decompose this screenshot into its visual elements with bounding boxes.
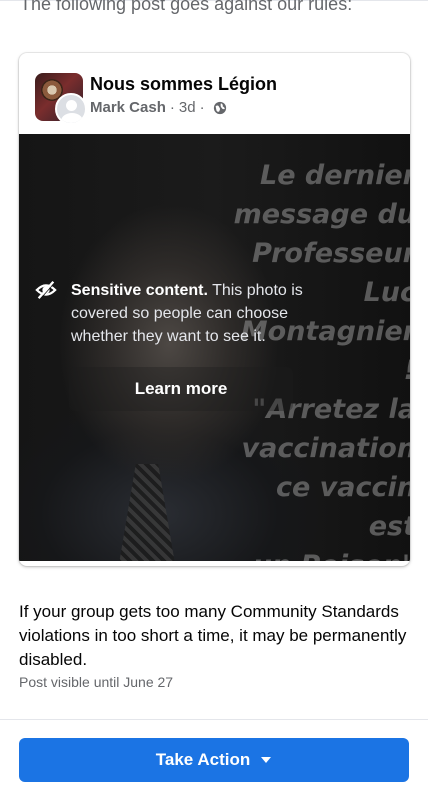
eye-slash-icon (35, 280, 57, 300)
sensitive-title: Sensitive content. (71, 282, 208, 299)
bottom-divider (0, 719, 428, 720)
author-name[interactable]: Mark Cash (90, 99, 166, 116)
post-time[interactable]: 3d (179, 99, 196, 116)
post-meta: Mark Cash · 3d · (90, 99, 227, 116)
caret-down-icon (261, 757, 272, 763)
post-header: Nous sommes Légion Mark Cash · 3d · (19, 53, 410, 133)
group-name[interactable]: Nous sommes Légion (90, 74, 277, 95)
meta-separator: · (199, 99, 205, 116)
sensitive-content-overlay: Sensitive content. This photo is covered… (19, 279, 410, 348)
photo-text: Le dernier message du Professeur Luc Mon… (233, 160, 410, 561)
meta-separator: · (169, 99, 175, 116)
sensitive-content-message: Sensitive content. This photo is covered… (71, 279, 341, 348)
visibility-note: Post visible until June 27 (19, 674, 174, 690)
learn-more-button[interactable]: Learn more (69, 367, 293, 411)
post-photo[interactable]: Le dernier message du Professeur Luc Mon… (19, 134, 410, 561)
take-action-button[interactable]: Take Action (19, 738, 409, 782)
take-action-label: Take Action (155, 750, 251, 769)
learn-more-label: Learn more (134, 379, 228, 398)
rules-notice: The following post goes against our rule… (20, 0, 353, 14)
user-avatar[interactable] (55, 93, 87, 125)
post-card[interactable]: Nous sommes Légion Mark Cash · 3d · Le d… (19, 53, 410, 566)
globe-icon (213, 101, 226, 114)
violation-warning: If your group gets too many Community St… (19, 602, 407, 669)
